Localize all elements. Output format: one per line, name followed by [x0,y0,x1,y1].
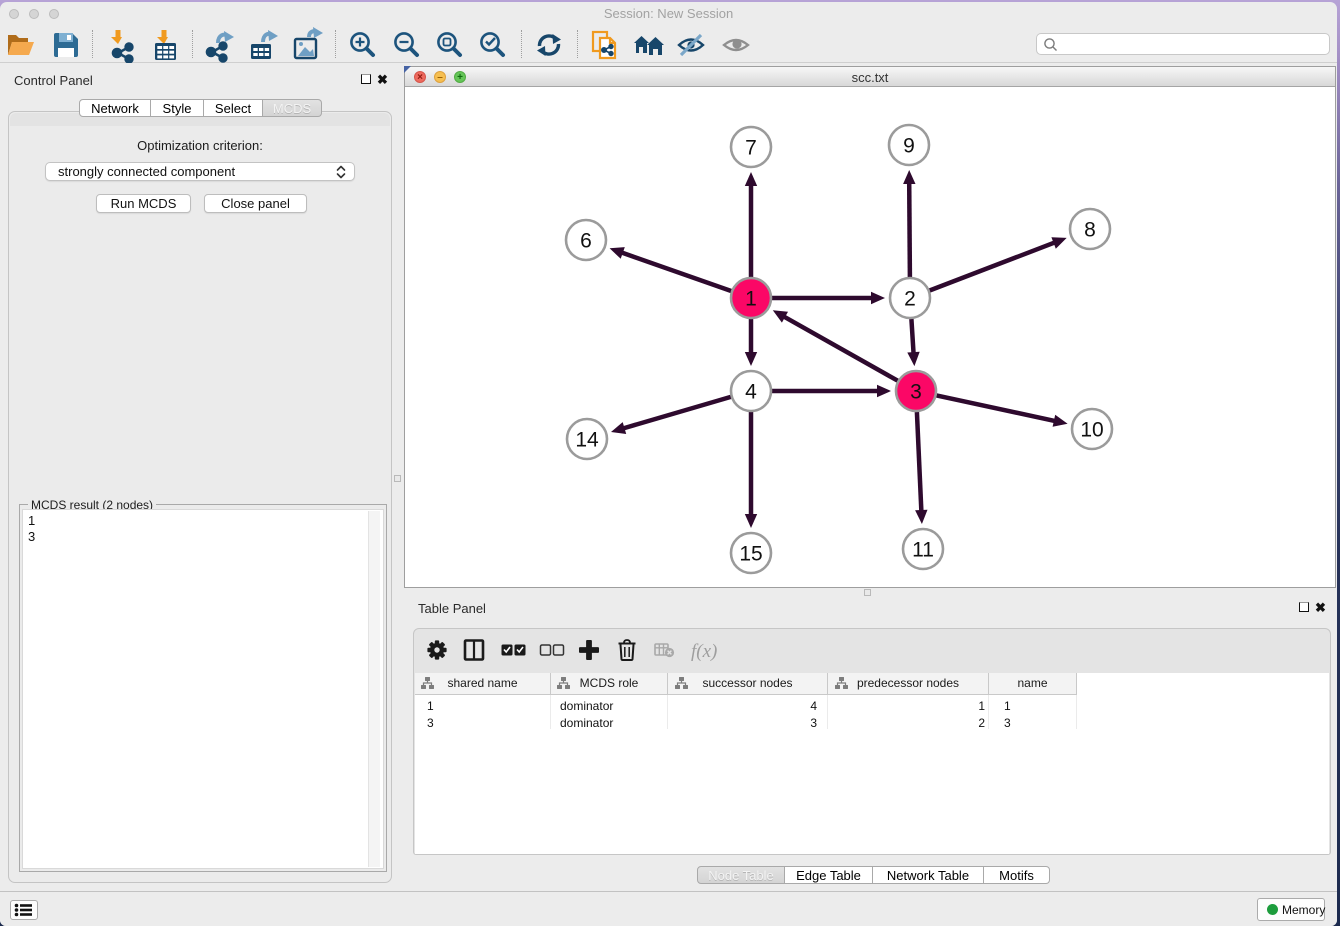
svg-text:1: 1 [745,288,757,311]
svg-text:11: 11 [912,539,934,562]
svg-text:8: 8 [1084,219,1096,242]
svg-text:14: 14 [575,429,599,452]
svg-text:f(x): f(x) [691,641,717,662]
svg-text:15: 15 [739,543,762,566]
svg-text:6: 6 [580,230,592,253]
svg-text:10: 10 [1080,419,1103,442]
svg-text:9: 9 [903,135,915,158]
svg-text:4: 4 [745,381,757,404]
svg-text:2: 2 [904,288,916,311]
svg-text:3: 3 [910,381,922,404]
svg-text:7: 7 [745,137,757,160]
